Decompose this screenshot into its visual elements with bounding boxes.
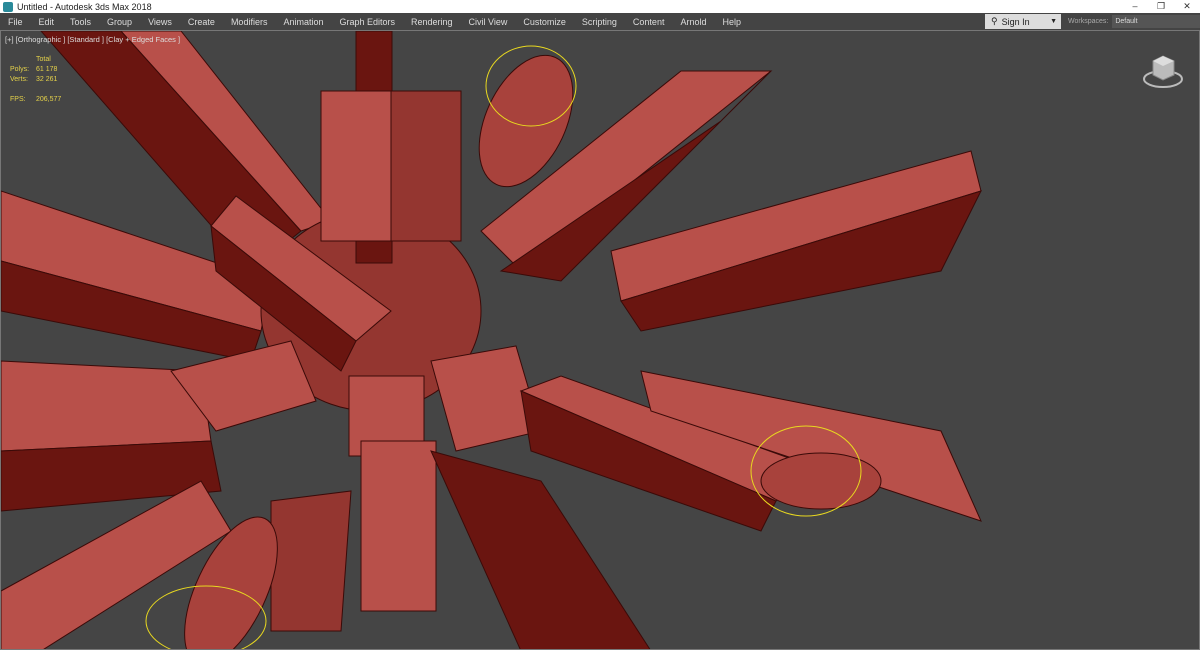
fps-value: 206,577 <box>36 96 62 103</box>
menu-rendering[interactable]: Rendering <box>403 17 461 27</box>
stats-header: Total <box>36 56 51 63</box>
workspaces-selector[interactable]: Workspaces: Default <box>1068 14 1200 29</box>
window-title: Untitled - Autodesk 3ds Max 2018 <box>17 1 152 12</box>
polys-label: Polys: <box>10 66 30 73</box>
menu-help[interactable]: Help <box>714 17 749 27</box>
menu-bar: File Edit Tools Group Views Create Modif… <box>0 13 1200 30</box>
menu-civil-view[interactable]: Civil View <box>461 17 516 27</box>
close-button[interactable]: ✕ <box>1174 1 1200 12</box>
title-bar: Untitled - Autodesk 3ds Max 2018 – ❐ ✕ <box>0 0 1200 13</box>
chevron-down-icon: ▼ <box>1050 18 1057 25</box>
viewport-orthographic[interactable]: [+] [Orthographic ] [Standard ] [Clay + … <box>0 30 1200 650</box>
viewport-statistics: Total Polys: 61 178 Verts: 32 261 FPS: 206,… <box>10 55 61 105</box>
scene-render <box>1 31 982 649</box>
menu-views[interactable]: Views <box>140 17 180 27</box>
restore-button[interactable]: ❐ <box>1148 1 1174 12</box>
menu-tools[interactable]: Tools <box>62 17 99 27</box>
sign-in-button[interactable]: ⚲ Sign In ▼ <box>985 14 1061 29</box>
menu-graph-editors[interactable]: Graph Editors <box>331 17 403 27</box>
menu-animation[interactable]: Animation <box>275 17 331 27</box>
viewcube-icon[interactable] <box>1141 49 1185 93</box>
polys-value: 61 178 <box>36 66 58 73</box>
verts-label: Verts: <box>10 76 28 83</box>
app-icon <box>3 1 13 12</box>
menu-customize[interactable]: Customize <box>515 17 574 27</box>
workspaces-label: Workspaces: <box>1068 18 1109 25</box>
menu-edit[interactable]: Edit <box>31 17 63 27</box>
verts-value: 32 261 <box>36 76 58 83</box>
sign-in-label: Sign In <box>1001 16 1030 27</box>
menu-content[interactable]: Content <box>625 17 673 27</box>
user-icon: ⚲ <box>991 16 998 26</box>
minimize-button[interactable]: – <box>1122 1 1148 12</box>
menu-file[interactable]: File <box>0 17 31 27</box>
workspaces-value[interactable]: Default <box>1112 15 1200 28</box>
menu-group[interactable]: Group <box>99 17 140 27</box>
menu-modifiers[interactable]: Modifiers <box>223 17 276 27</box>
fps-label: FPS: <box>10 96 26 103</box>
menu-create[interactable]: Create <box>180 17 223 27</box>
menu-arnold[interactable]: Arnold <box>672 17 714 27</box>
viewport-label-menu[interactable]: [+] [Orthographic ] [Standard ] [Clay + … <box>5 35 180 44</box>
menu-scripting[interactable]: Scripting <box>574 17 625 27</box>
